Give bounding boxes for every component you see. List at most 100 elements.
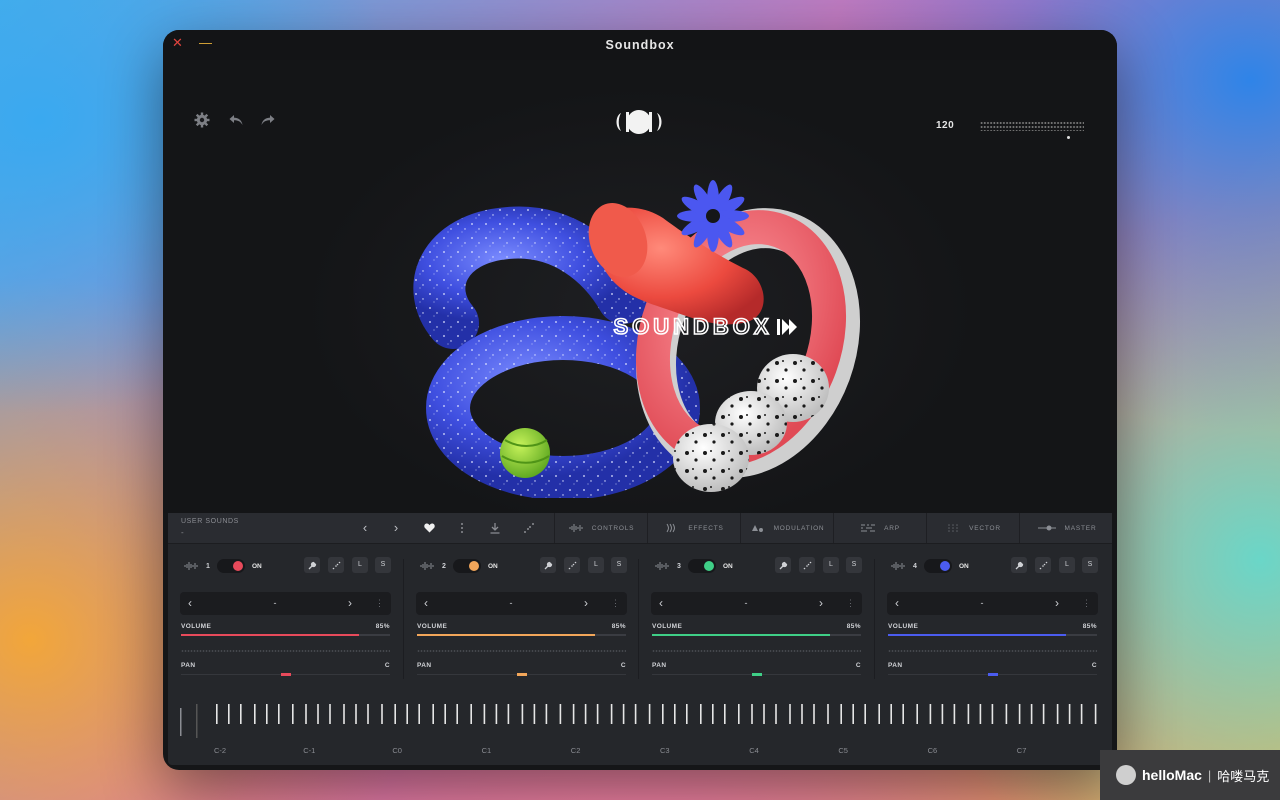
piano-key[interactable] [278,704,280,724]
piano-key[interactable] [483,704,486,724]
piano-key[interactable] [840,704,842,724]
keyboard-keys[interactable] [180,698,1100,738]
piano-key[interactable] [1005,704,1008,724]
gear-icon[interactable] [194,112,210,128]
piano-key[interactable] [648,704,651,724]
preset-next-button[interactable]: › [1055,596,1059,610]
piano-key[interactable] [444,704,446,724]
wrench-icon[interactable] [304,557,320,573]
heart-icon[interactable] [424,523,435,533]
more-options-icon[interactable] [460,522,464,534]
piano-key[interactable] [418,704,420,724]
piano-key[interactable] [495,704,498,724]
volume-slider[interactable] [888,634,1097,636]
tab-effects[interactable]: EFFECTS [647,513,740,543]
pan-slider[interactable] [888,673,1097,676]
piano-key[interactable] [1018,704,1021,724]
piano-key[interactable] [572,704,575,724]
randomize-icon[interactable] [523,522,535,534]
piano-key[interactable] [967,704,970,724]
link-button[interactable]: L [1059,557,1075,573]
link-button[interactable]: L [588,557,604,573]
tab-arp[interactable]: ARP [833,513,926,543]
piano-key[interactable] [292,704,294,724]
piano-key[interactable] [941,704,944,724]
pan-slider[interactable] [652,673,861,676]
piano-key[interactable] [674,704,676,724]
channel-toggle[interactable] [688,559,716,573]
piano-key[interactable] [789,704,791,724]
piano-key[interactable] [367,704,369,724]
piano-key[interactable] [878,704,880,724]
pitch-wheel[interactable] [180,708,182,736]
preset-more-icon[interactable]: ⋮ [1082,598,1091,609]
piano-key[interactable] [890,704,892,724]
redo-icon[interactable] [260,112,276,128]
piano-key[interactable] [470,704,472,724]
piano-key[interactable] [381,704,383,724]
preset-selector[interactable]: ‹ - › ⋮ [887,592,1098,615]
wrench-icon[interactable] [775,557,791,573]
piano-key[interactable] [724,704,726,724]
piano-key[interactable] [827,704,829,724]
pan-slider[interactable] [417,673,626,676]
piano-key[interactable] [929,704,932,724]
piano-key[interactable] [240,704,242,724]
preset-selector[interactable]: ‹ - › ⋮ [180,592,391,615]
pan-handle[interactable] [751,673,762,676]
solo-button[interactable]: S [1082,557,1098,573]
tab-vector[interactable]: VECTOR [926,513,1019,543]
piano-key[interactable] [432,704,434,724]
piano-key[interactable] [305,704,307,724]
solo-button[interactable]: S [846,557,862,573]
piano-key[interactable] [394,704,396,724]
piano-key[interactable] [317,704,319,724]
download-icon[interactable] [489,522,501,534]
piano-key[interactable] [991,704,994,724]
preset-next-button[interactable]: › [584,596,588,610]
link-button[interactable]: L [823,557,839,573]
piano-key[interactable] [1030,704,1033,724]
piano-key[interactable] [864,704,866,724]
piano-key[interactable] [1094,704,1097,724]
volume-slider[interactable] [181,634,390,636]
piano-key[interactable] [1080,704,1083,724]
randomize-icon[interactable] [799,557,815,573]
piano-key[interactable] [634,704,637,724]
piano-key[interactable] [456,704,458,724]
randomize-icon[interactable] [564,557,580,573]
mod-wheel[interactable] [196,704,198,738]
randomize-icon[interactable] [328,557,344,573]
piano-key[interactable] [1042,704,1045,724]
tab-modulation[interactable]: MODULATION [740,513,833,543]
piano-keyboard[interactable]: C-2 C-1 C0 C1 C2 C3 C4 C5 C6 C7 [180,698,1100,758]
next-sound-button[interactable]: › [389,521,403,535]
piano-key[interactable] [1068,704,1071,724]
piano-key[interactable] [610,704,613,724]
piano-key[interactable] [254,704,256,724]
piano-key[interactable] [216,704,218,724]
pan-handle[interactable] [987,673,998,676]
tab-master[interactable]: MASTER [1019,513,1113,543]
piano-key[interactable] [751,704,753,724]
link-button[interactable]: L [352,557,368,573]
piano-key[interactable] [902,704,904,724]
piano-key[interactable] [406,704,408,724]
piano-key[interactable] [916,704,918,724]
pan-slider[interactable] [181,673,390,676]
piano-key[interactable] [852,704,854,724]
piano-key[interactable] [266,704,268,724]
piano-key[interactable] [507,704,510,724]
solo-button[interactable]: S [375,557,391,573]
piano-key[interactable] [813,704,815,724]
user-sounds-value[interactable]: - [181,528,184,537]
solo-button[interactable]: S [611,557,627,573]
channel-toggle[interactable] [217,559,245,573]
undo-icon[interactable] [228,112,244,128]
preset-next-button[interactable]: › [819,596,823,610]
tab-controls[interactable]: CONTROLS [554,513,647,543]
piano-key[interactable] [545,704,548,724]
piano-key[interactable] [686,704,688,724]
preset-more-icon[interactable]: ⋮ [611,598,620,609]
piano-key[interactable] [228,704,230,724]
